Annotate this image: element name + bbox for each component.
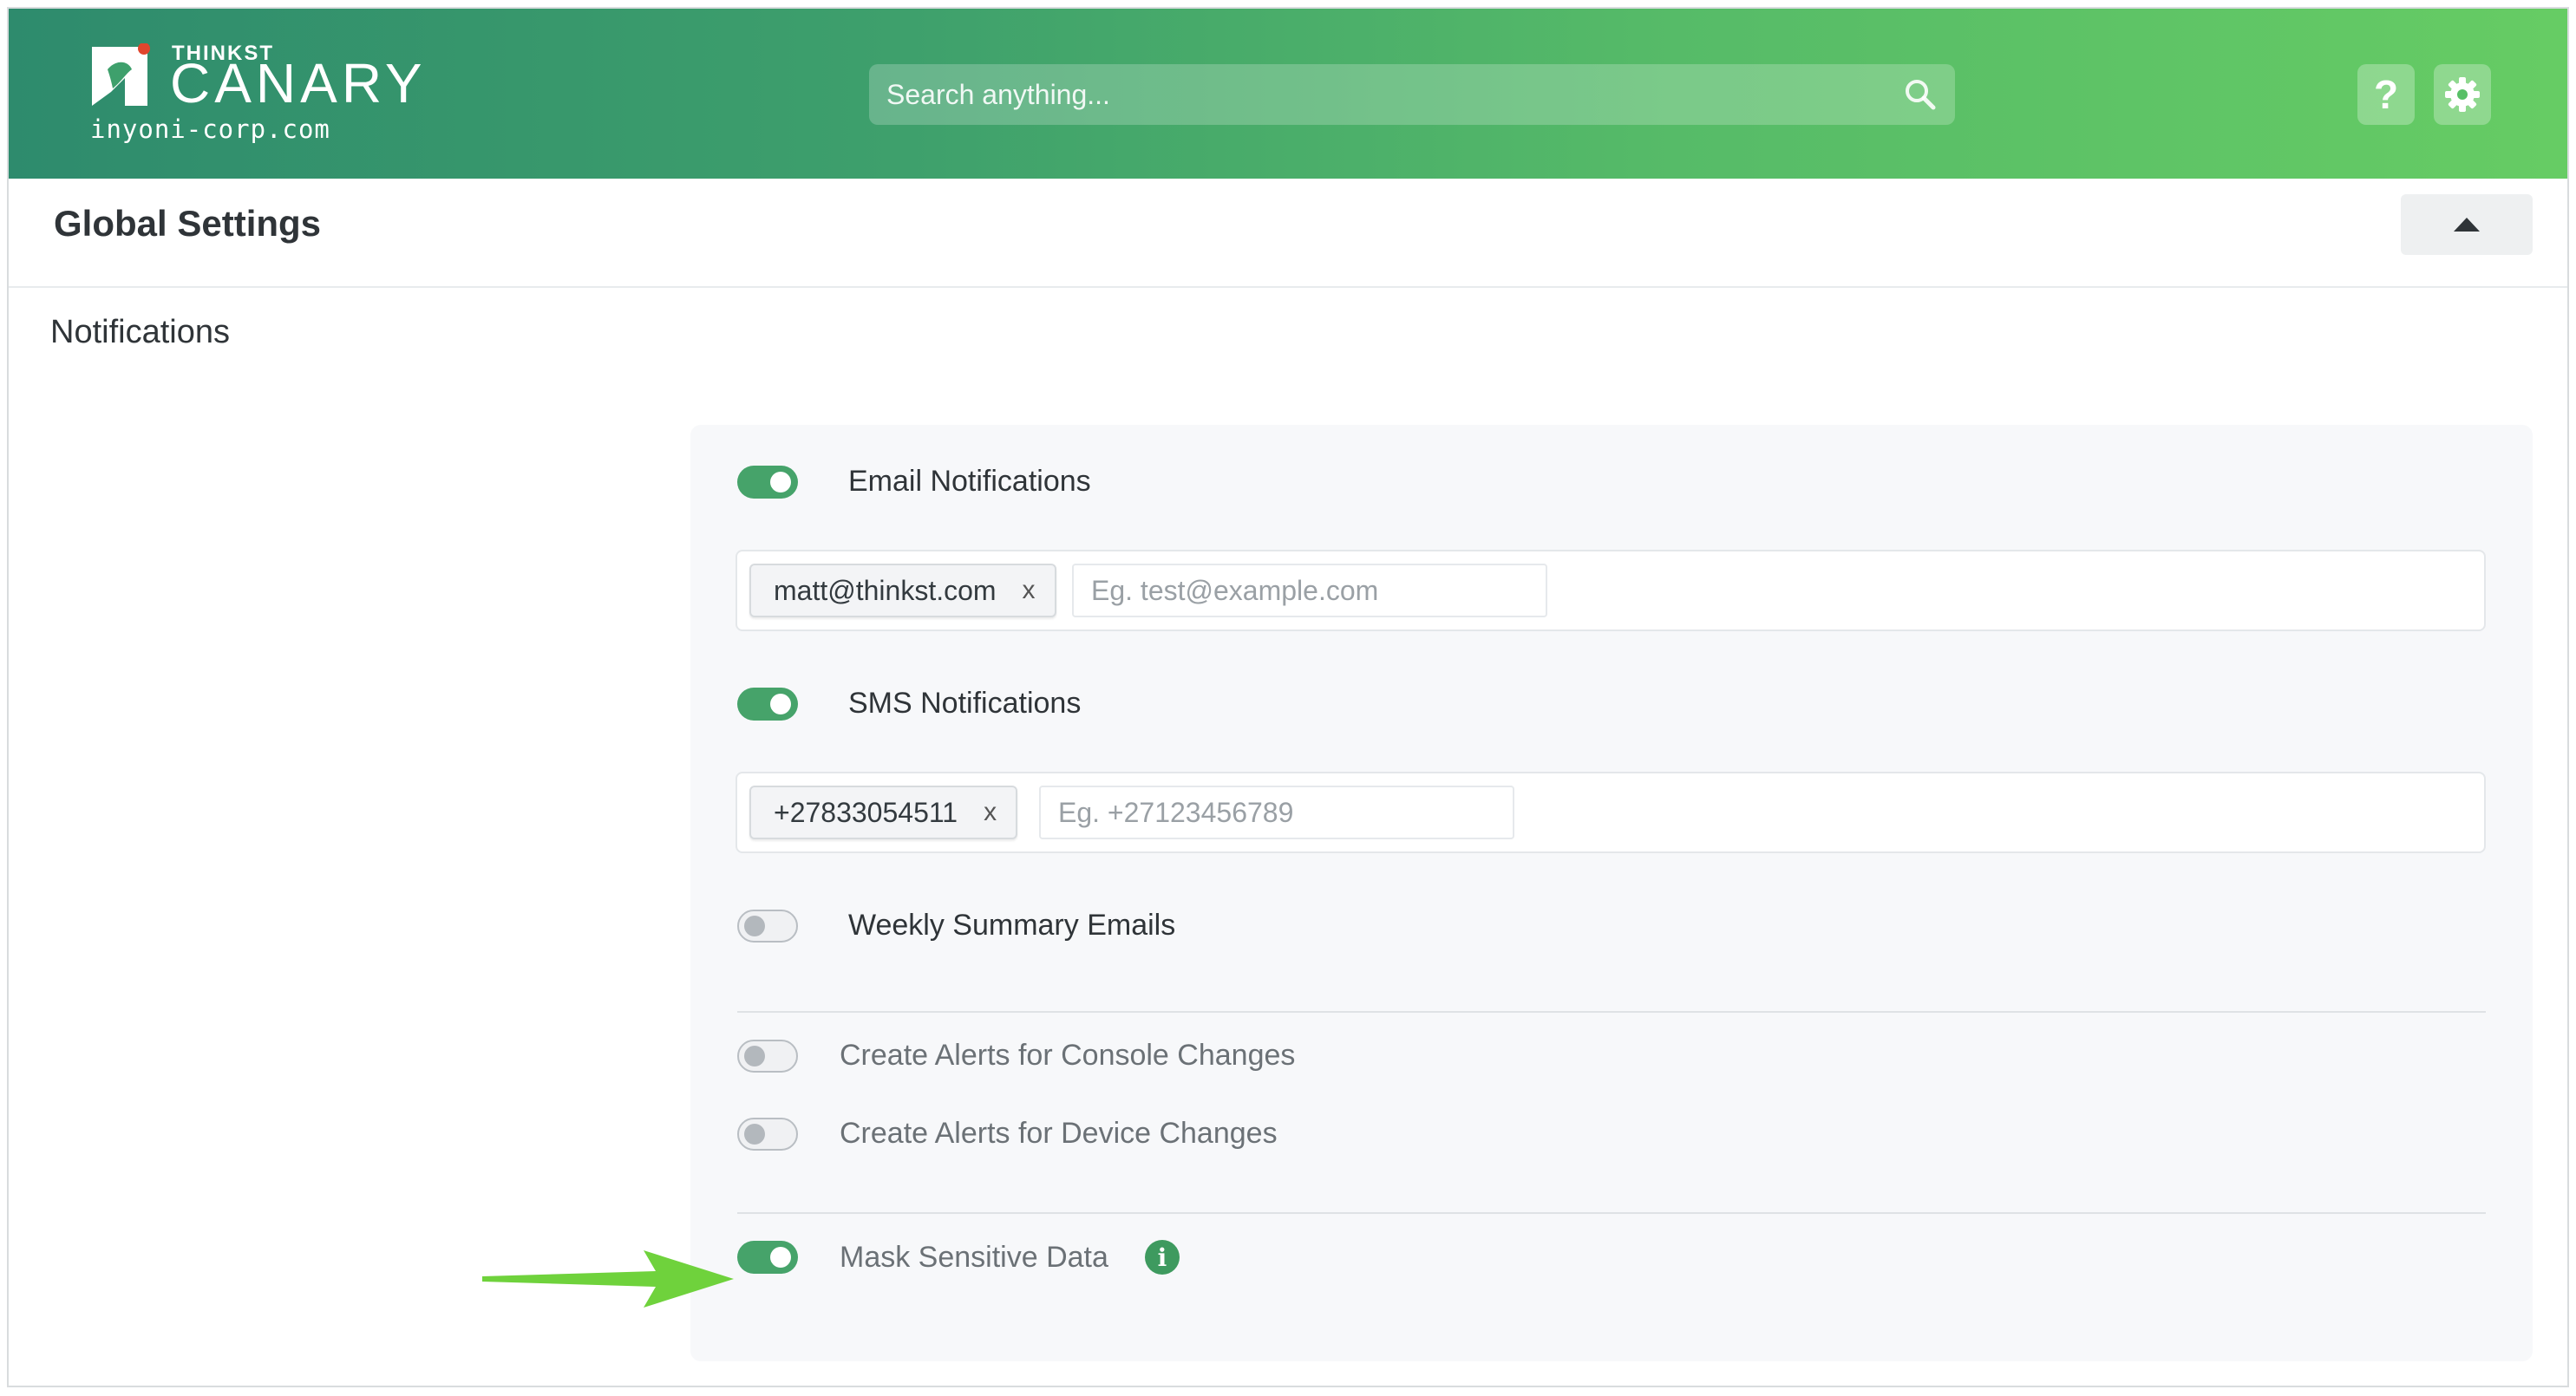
remove-sms-tag-button[interactable]: x [984, 798, 997, 827]
app-window: THINKST CANARY inyoni-corp.com ? [7, 7, 2569, 1387]
email-notifications-toggle[interactable] [737, 465, 798, 499]
search-bar [869, 64, 1955, 125]
sms-notifications-row: SMS Notifications [737, 687, 1081, 721]
callout-arrow-icon [482, 1250, 734, 1308]
help-button[interactable]: ? [2357, 64, 2415, 125]
console-domain: inyoni-corp.com [90, 114, 330, 144]
top-header: THINKST CANARY inyoni-corp.com ? [9, 9, 2567, 179]
device-changes-toggle[interactable] [737, 1117, 798, 1151]
settings-button[interactable] [2434, 64, 2491, 125]
email-recipients-field: matt@thinkst.com x [736, 550, 2486, 631]
email-input[interactable] [1072, 564, 1547, 617]
canary-logo-icon [92, 43, 150, 106]
email-tag: matt@thinkst.com x [749, 564, 1056, 617]
email-tag-label: matt@thinkst.com [774, 574, 997, 606]
sms-notifications-toggle[interactable] [737, 687, 798, 721]
weekly-summary-toggle[interactable] [737, 909, 798, 943]
section-title: Notifications [50, 314, 230, 350]
device-changes-row: Create Alerts for Device Changes [737, 1117, 1278, 1151]
settings-title-bar: Global Settings [9, 179, 2567, 288]
search-input[interactable] [869, 64, 1867, 125]
caret-up-icon [2454, 218, 2480, 232]
sms-tag-label: +27833054511 [774, 796, 958, 828]
gear-icon [2445, 77, 2480, 112]
email-notifications-row: Email Notifications [737, 465, 1091, 499]
sms-notifications-label: SMS Notifications [848, 687, 1082, 720]
device-changes-label: Create Alerts for Device Changes [840, 1117, 1278, 1150]
info-icon[interactable]: i [1144, 1240, 1180, 1275]
divider [737, 1011, 2486, 1013]
notifications-panel: Email Notifications matt@thinkst.com x S… [690, 425, 2533, 1361]
weekly-summary-row: Weekly Summary Emails [737, 909, 1175, 943]
divider [737, 1212, 2486, 1214]
sms-recipients-field: +27833054511 x [736, 772, 2486, 853]
sms-tag: +27833054511 x [749, 786, 1018, 839]
search-icon[interactable] [1903, 77, 1938, 112]
weekly-summary-label: Weekly Summary Emails [848, 909, 1176, 942]
console-changes-toggle[interactable] [737, 1039, 798, 1073]
mask-sensitive-toggle[interactable] [737, 1241, 798, 1274]
console-changes-label: Create Alerts for Console Changes [840, 1039, 1296, 1072]
brand-name: CANARY [170, 52, 427, 114]
page-title: Global Settings [54, 203, 322, 244]
mask-sensitive-label: Mask Sensitive Data [840, 1240, 1108, 1274]
mask-sensitive-row: Mask Sensitive Data i [737, 1240, 1180, 1275]
question-icon: ? [2373, 72, 2399, 117]
console-changes-row: Create Alerts for Console Changes [737, 1039, 1295, 1073]
sms-input[interactable] [1039, 786, 1514, 839]
email-notifications-label: Email Notifications [848, 465, 1091, 498]
remove-email-tag-button[interactable]: x [1023, 576, 1036, 605]
collapse-button[interactable] [2401, 194, 2533, 255]
